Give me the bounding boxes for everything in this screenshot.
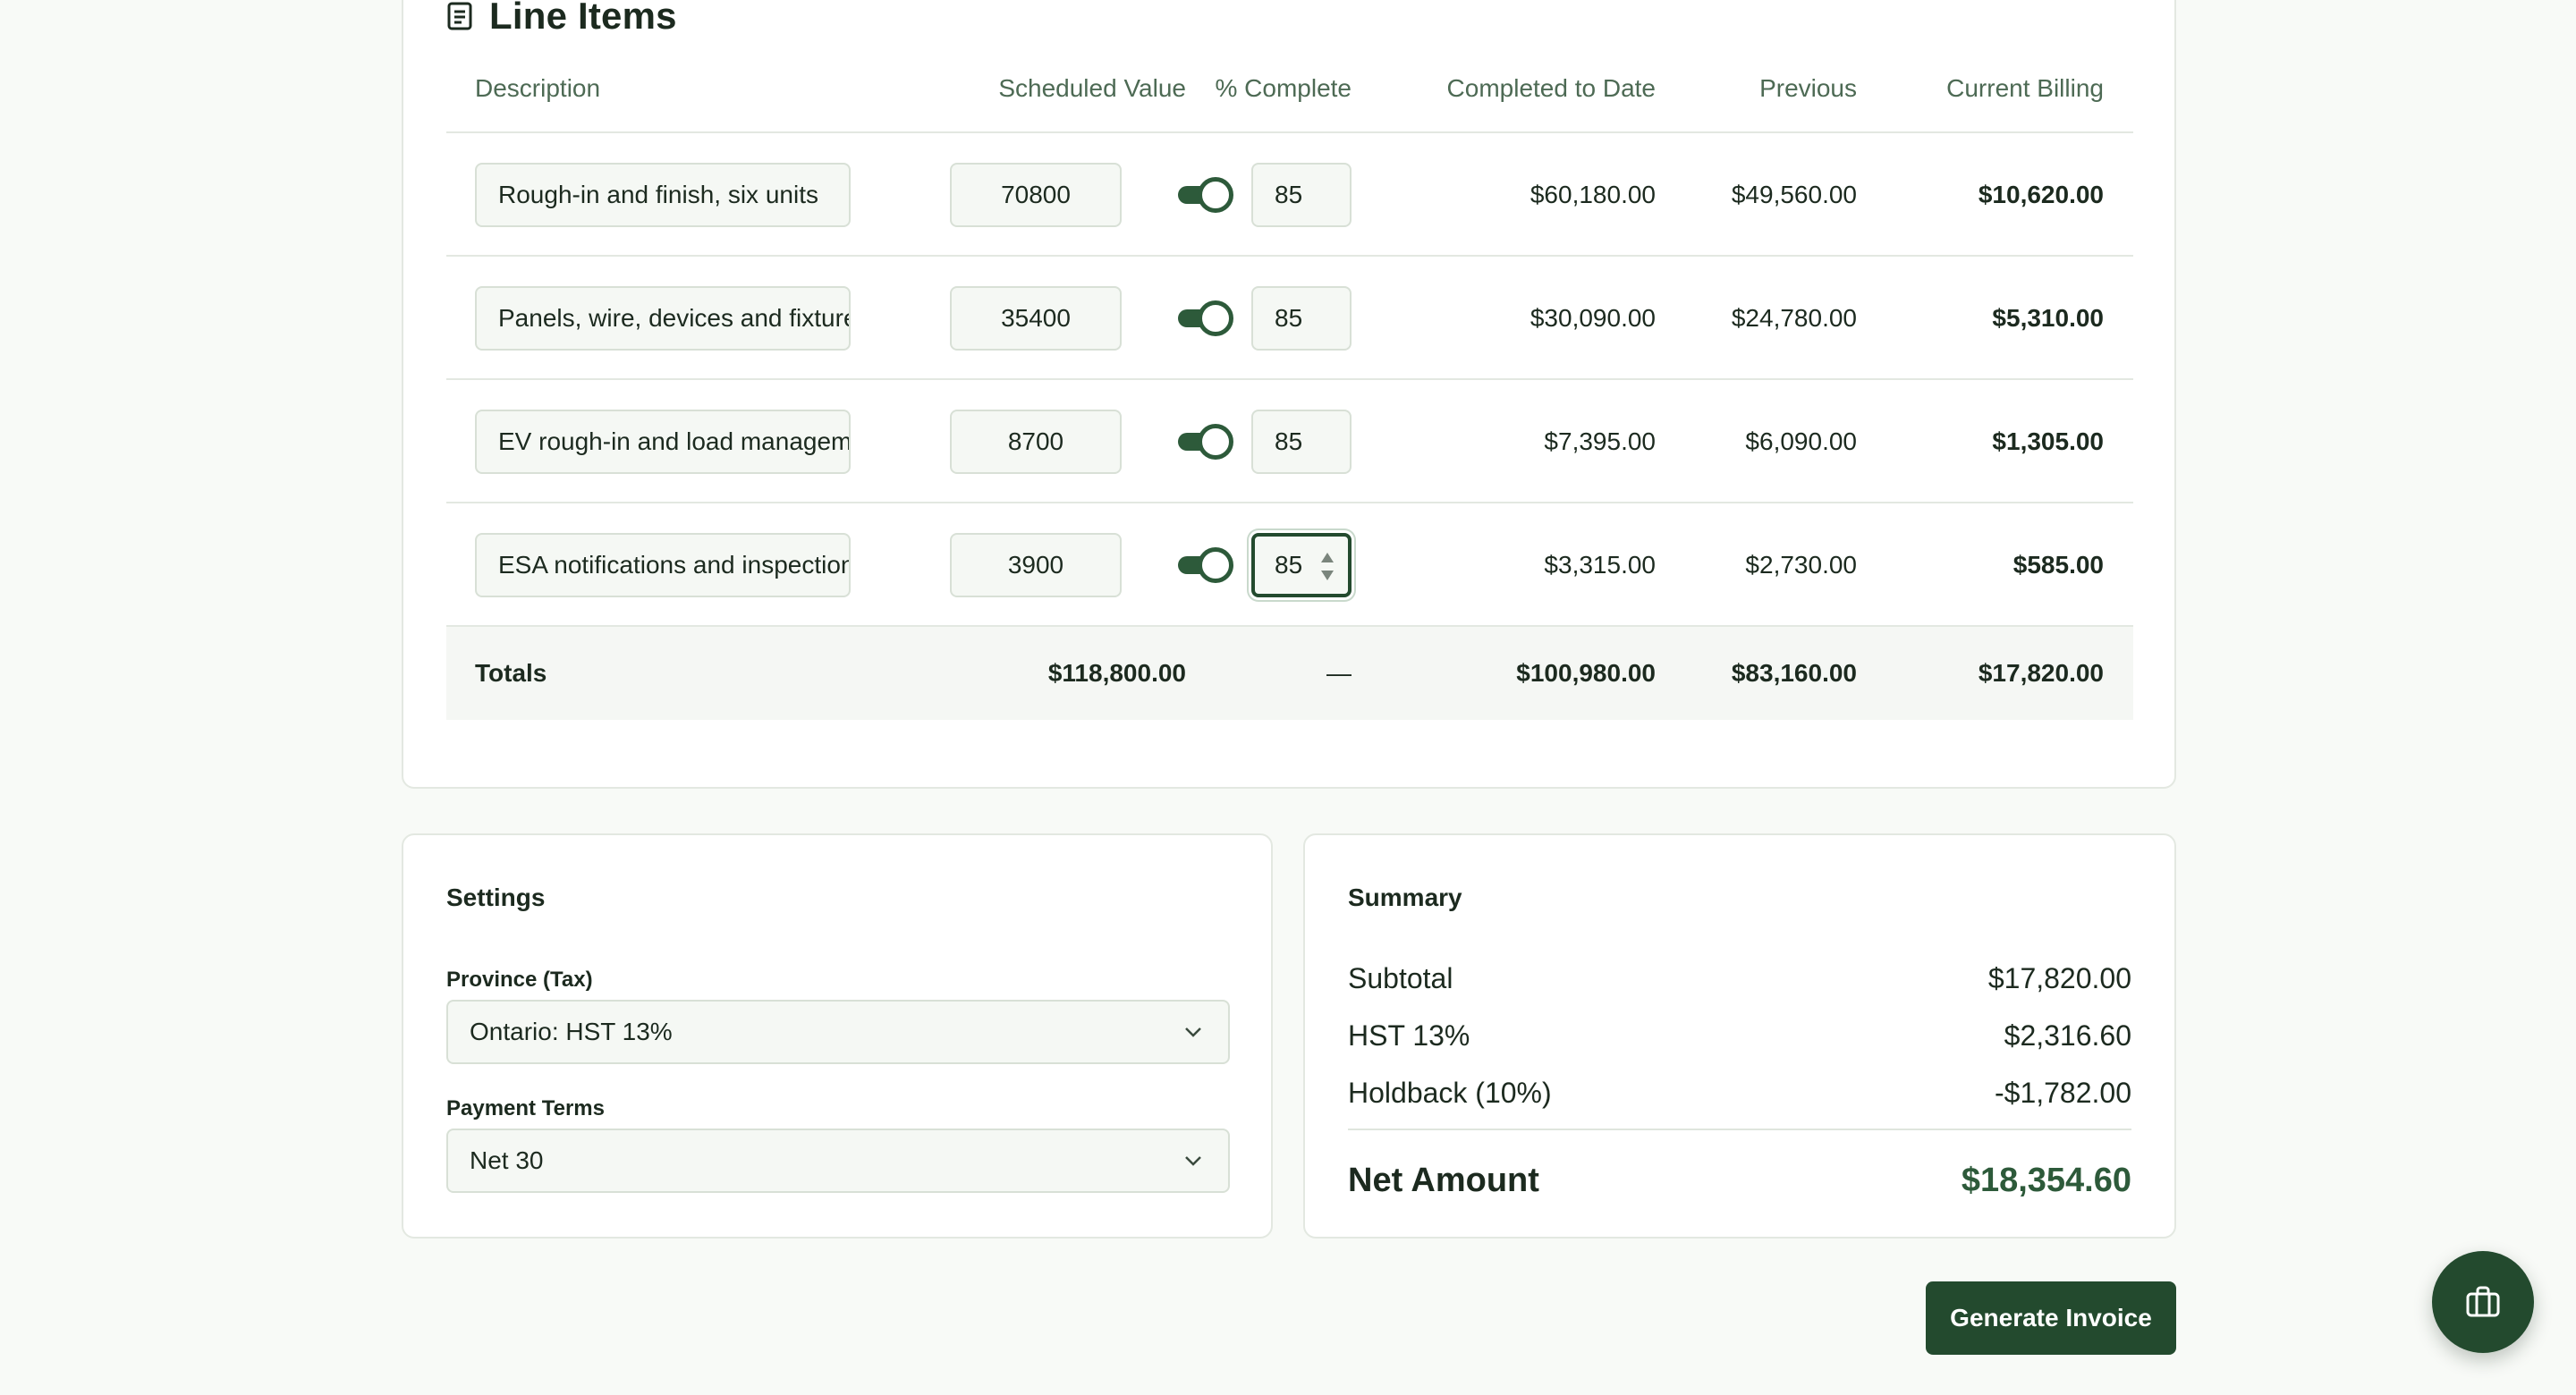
subtotal-row: Subtotal $17,820.00 — [1348, 950, 2131, 1007]
current-billing-cell: $5,310.00 — [1992, 304, 2104, 332]
net-amount-row: Net Amount $18,354.60 — [1348, 1145, 2131, 1216]
subtotal-value: $17,820.00 — [1987, 962, 2131, 994]
payment-terms-label: Payment Terms — [446, 1096, 605, 1120]
column-header-description: Description — [475, 74, 601, 102]
line-items-table: Description Scheduled Value % Complete C… — [446, 42, 2133, 720]
holdback-value: -$1,782.00 — [1994, 1077, 2131, 1109]
document-list-icon — [447, 2, 472, 30]
scheduled-value-input[interactable]: 35400 — [950, 286, 1122, 351]
column-header-previous: Previous — [1759, 74, 1857, 102]
subtotal-label: Subtotal — [1348, 962, 1453, 994]
scheduled-value-input[interactable]: 70800 — [950, 163, 1122, 227]
net-amount-label: Net Amount — [1348, 1162, 1539, 1199]
description-input[interactable]: ESA notifications and inspections — [475, 533, 851, 597]
scheduled-value-input[interactable]: 3900 — [950, 533, 1122, 597]
number-spinner-icon[interactable] — [1319, 551, 1335, 583]
percent-complete-input[interactable]: 85 — [1251, 286, 1352, 351]
toolbox-fab-button[interactable] — [2432, 1251, 2534, 1353]
summary-divider — [1348, 1129, 2131, 1130]
table-row: Panels, wire, devices and fixtures 35400… — [446, 257, 2133, 380]
completed-to-date-cell: $3,315.00 — [1544, 551, 1656, 579]
tax-label: HST 13% — [1348, 1019, 1470, 1052]
summary-card: Summary Subtotal $17,820.00 HST 13% $2,3… — [1303, 833, 2176, 1239]
province-label: Province (Tax) — [446, 968, 593, 992]
summary-title: Summary — [1348, 884, 1462, 911]
line-items-header: Line Items — [446, 0, 677, 38]
percent-complete-input[interactable]: 85 — [1251, 163, 1352, 227]
column-header-completed-to-date: Completed to Date — [1446, 74, 1656, 102]
completed-to-date-cell: $60,180.00 — [1530, 181, 1656, 208]
payment-terms-select[interactable]: Net 30 — [446, 1129, 1230, 1193]
payment-terms-select-value: Net 30 — [470, 1146, 544, 1174]
previous-cell: $24,780.00 — [1731, 304, 1857, 332]
totals-previous: $83,160.00 — [1731, 659, 1857, 687]
line-items-card: Line Items Description Scheduled Value %… — [402, 0, 2176, 789]
tax-row: HST 13% $2,316.60 — [1348, 1007, 2131, 1064]
column-header-current-billing: Current Billing — [1946, 74, 2104, 102]
previous-cell: $2,730.00 — [1745, 551, 1857, 579]
description-input[interactable]: EV rough-in and load management — [475, 410, 851, 474]
percent-value: 85 — [1275, 551, 1303, 579]
completed-to-date-cell: $7,395.00 — [1544, 427, 1656, 455]
percent-complete-input[interactable]: 85 — [1251, 410, 1352, 474]
tax-value: $2,316.60 — [2004, 1019, 2131, 1052]
province-select-value: Ontario: HST 13% — [470, 1018, 673, 1045]
page: Line Items Description Scheduled Value %… — [0, 0, 2576, 1395]
description-input[interactable]: Rough-in and finish, six units — [475, 163, 851, 227]
percent-complete-input[interactable]: 85 — [1251, 533, 1352, 597]
province-select[interactable]: Ontario: HST 13% — [446, 1000, 1230, 1064]
previous-cell: $49,560.00 — [1731, 181, 1857, 208]
holdback-row: Holdback (10%) -$1,782.00 — [1348, 1064, 2131, 1121]
totals-scheduled-value: $118,800.00 — [1047, 659, 1186, 687]
scheduled-value-input[interactable]: 8700 — [950, 410, 1122, 474]
current-billing-cell: $1,305.00 — [1992, 427, 2104, 455]
toggle-knob — [1198, 177, 1233, 213]
net-amount-value: $18,354.60 — [1961, 1162, 2131, 1199]
description-input[interactable]: Panels, wire, devices and fixtures — [475, 286, 851, 351]
totals-completed-to-date: $100,980.00 — [1516, 659, 1656, 687]
chevron-down-icon — [1185, 1027, 1201, 1037]
totals-percent: — — [1326, 659, 1352, 687]
toolbox-icon — [2466, 1286, 2500, 1317]
table-row: ESA notifications and inspections 3900 8… — [446, 503, 2133, 627]
totals-current-billing: $17,820.00 — [1978, 659, 2104, 687]
percent-mode-toggle[interactable] — [1178, 177, 1235, 213]
column-header-scheduled-value: Scheduled Value — [998, 74, 1186, 102]
completed-to-date-cell: $30,090.00 — [1530, 304, 1656, 332]
chevron-down-icon — [1185, 1156, 1201, 1166]
toggle-knob — [1198, 424, 1233, 460]
percent-mode-toggle[interactable] — [1178, 547, 1235, 583]
current-billing-cell: $585.00 — [2012, 551, 2104, 579]
toggle-knob — [1198, 300, 1233, 336]
percent-mode-toggle[interactable] — [1178, 424, 1235, 460]
totals-label: Totals — [475, 659, 547, 687]
line-items-title: Line Items — [489, 0, 677, 37]
table-row: Rough-in and finish, six units 70800 85 … — [446, 133, 2133, 257]
holdback-label: Holdback (10%) — [1348, 1077, 1552, 1109]
percent-mode-toggle[interactable] — [1178, 300, 1235, 336]
column-header-percent-complete: % Complete — [1215, 74, 1352, 102]
settings-title: Settings — [446, 884, 546, 911]
current-billing-cell: $10,620.00 — [1978, 181, 2104, 208]
previous-cell: $6,090.00 — [1745, 427, 1857, 455]
toggle-knob — [1198, 547, 1233, 583]
totals-row: Totals $118,800.00 — $100,980.00 $83,160… — [446, 627, 2133, 720]
table-header: Description Scheduled Value % Complete C… — [446, 42, 2133, 133]
settings-card: Settings Province (Tax) Ontario: HST 13%… — [402, 833, 1273, 1239]
table-row: EV rough-in and load management 8700 85 … — [446, 380, 2133, 503]
generate-invoice-button[interactable]: Generate Invoice — [1926, 1281, 2176, 1355]
